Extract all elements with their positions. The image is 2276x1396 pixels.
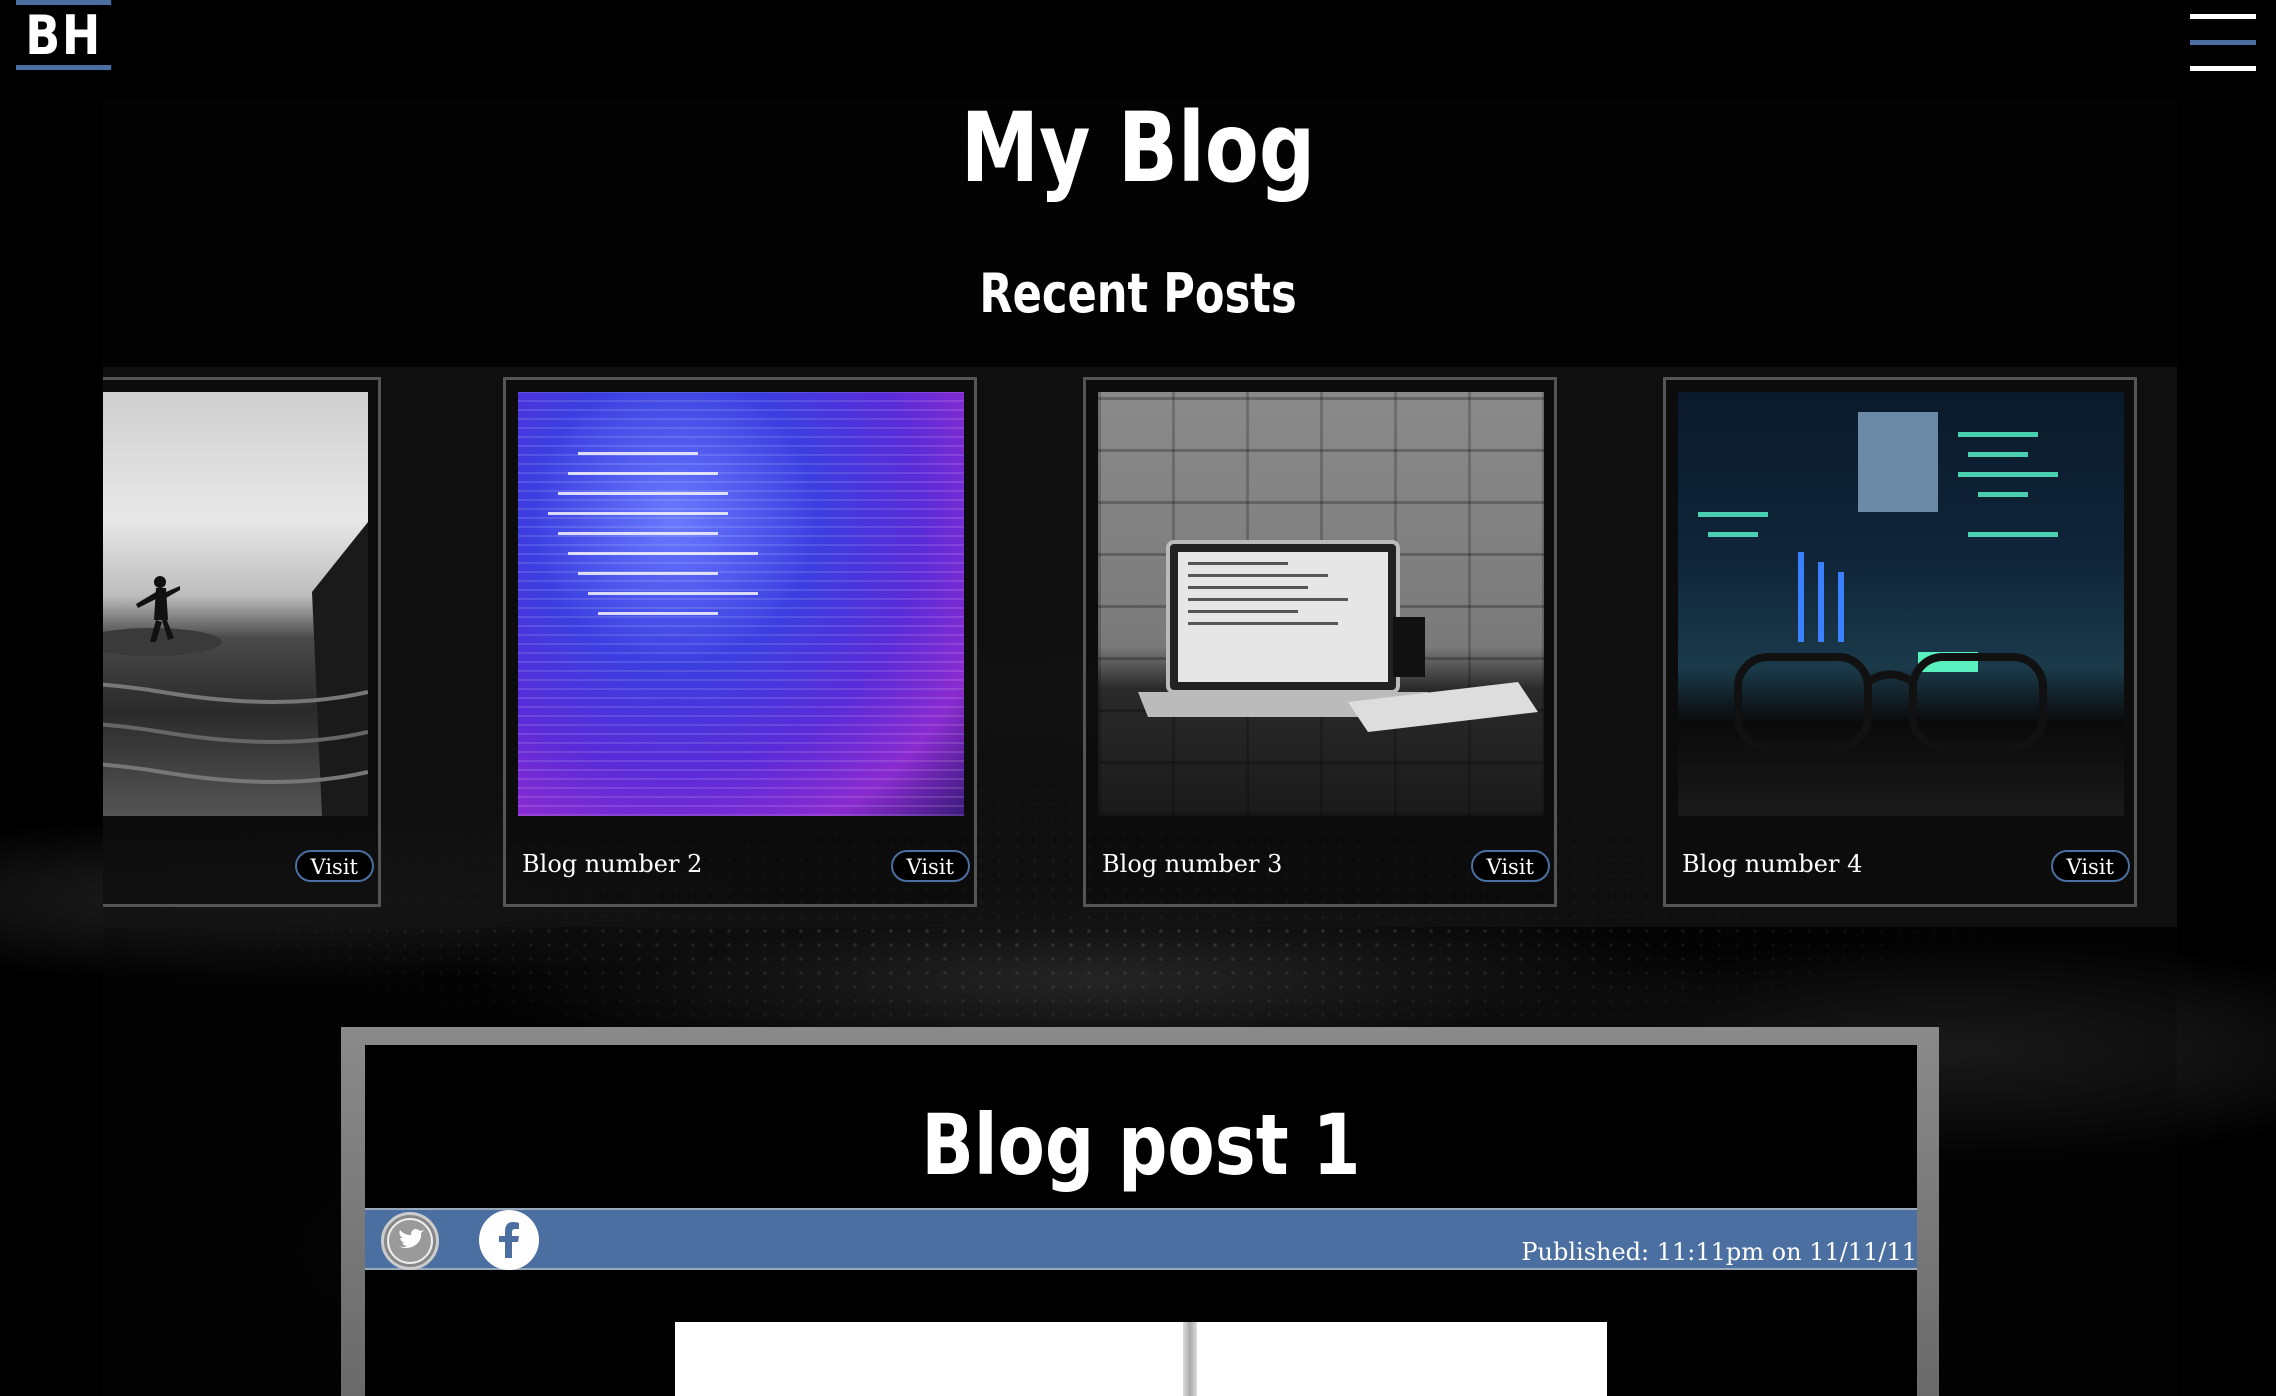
visit-button[interactable]: Visit bbox=[2050, 850, 2130, 882]
post-card[interactable]: Visit bbox=[103, 377, 381, 907]
published-date: Published: 11:11pm on 11/11/11 bbox=[1521, 1238, 1917, 1266]
visit-button[interactable]: Visit bbox=[294, 850, 374, 882]
card-label: Blog number 4 bbox=[1682, 850, 1863, 878]
blog-post: Blog post 1 Published: 11:11pm on 11/11/… bbox=[365, 1045, 1917, 1396]
page-title: My Blog bbox=[960, 92, 1316, 204]
blog-post-frame: Blog post 1 Published: 11:11pm on 11/11/… bbox=[341, 1027, 1939, 1396]
hamburger-menu-icon[interactable] bbox=[2190, 14, 2256, 72]
card-label: Blog number 3 bbox=[1102, 850, 1283, 878]
card-image-code bbox=[518, 392, 964, 816]
blog-post-title: Blog post 1 bbox=[921, 1096, 1361, 1194]
blog-post-image bbox=[675, 1322, 1607, 1396]
post-card[interactable]: Blog number 3 Visit bbox=[1083, 377, 1557, 907]
facebook-icon[interactable] bbox=[479, 1210, 539, 1270]
card-label: Blog number 2 bbox=[522, 850, 703, 878]
card-image-glasses bbox=[1678, 392, 2124, 816]
visit-button[interactable]: Visit bbox=[1470, 850, 1550, 882]
card-image-laptop bbox=[1098, 392, 1544, 816]
post-card[interactable]: Blog number 4 Visit bbox=[1663, 377, 2137, 907]
card-image-surfer bbox=[103, 392, 368, 816]
share-bar: Published: 11:11pm on 11/11/11 bbox=[365, 1208, 1917, 1270]
recent-posts-heading: Recent Posts bbox=[979, 262, 1297, 325]
visit-button[interactable]: Visit bbox=[890, 850, 970, 882]
post-card[interactable]: Blog number 2 Visit bbox=[503, 377, 977, 907]
recent-posts-carousel[interactable]: Visit Blog number 2 Visit Blog number 3 … bbox=[103, 367, 2177, 927]
twitter-icon[interactable] bbox=[381, 1212, 439, 1270]
site-logo[interactable]: BH bbox=[16, 0, 112, 70]
